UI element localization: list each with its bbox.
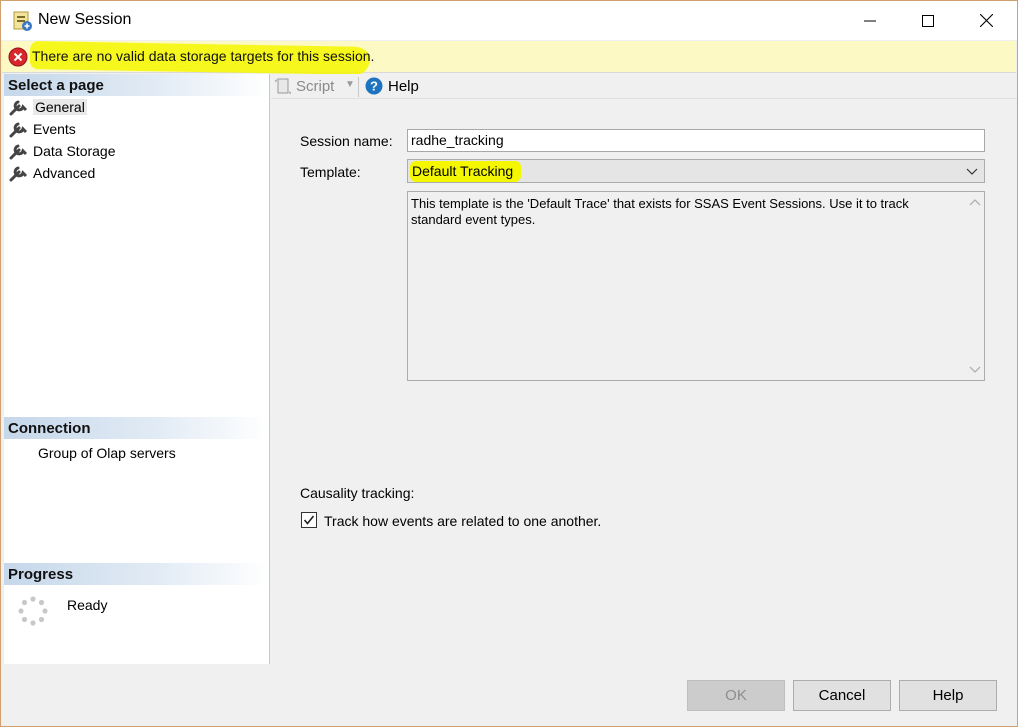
script-icon bbox=[275, 78, 291, 95]
connection-header: Connection bbox=[4, 417, 269, 439]
session-name-label: Session name: bbox=[300, 133, 393, 149]
help-label: Help bbox=[388, 77, 419, 95]
close-icon bbox=[979, 14, 993, 27]
checkmark-icon bbox=[303, 515, 315, 525]
page-item-advanced[interactable]: Advanced bbox=[9, 163, 95, 183]
template-value: Default Tracking bbox=[412, 163, 514, 179]
app-icon bbox=[13, 11, 32, 31]
help-button[interactable]: Help bbox=[899, 680, 997, 711]
script-label: Script bbox=[296, 77, 335, 95]
template-description: This template is the 'Default Trace' tha… bbox=[411, 196, 909, 227]
error-message: There are no valid data storage targets … bbox=[32, 48, 375, 64]
maximize-button[interactable] bbox=[899, 1, 957, 40]
dropdown-arrow-icon[interactable]: ▼ bbox=[345, 79, 355, 90]
causality-checkbox[interactable] bbox=[301, 512, 317, 528]
close-button[interactable] bbox=[957, 1, 1015, 40]
progress-header: Progress bbox=[4, 563, 269, 585]
svg-text:?: ? bbox=[370, 79, 378, 94]
template-description-box[interactable]: This template is the 'Default Trace' tha… bbox=[407, 191, 985, 381]
minimize-button[interactable] bbox=[841, 1, 899, 40]
page-item-data-storage[interactable]: Data Storage bbox=[9, 141, 116, 161]
scroll-down-icon[interactable] bbox=[969, 366, 981, 374]
error-icon bbox=[8, 47, 28, 67]
connection-value: Group of Olap servers bbox=[38, 445, 176, 461]
chevron-down-icon bbox=[966, 168, 978, 175]
minimize-icon bbox=[864, 20, 876, 21]
description-scrollbar[interactable] bbox=[966, 192, 984, 380]
page-item-label: Advanced bbox=[33, 165, 96, 181]
spinner-icon bbox=[18, 596, 48, 626]
help-toolbar-button[interactable]: ? Help bbox=[365, 77, 419, 95]
page-item-label: General bbox=[33, 99, 87, 115]
script-button[interactable]: Script bbox=[275, 77, 334, 95]
session-name-input[interactable]: radhe_tracking bbox=[407, 129, 985, 152]
new-session-dialog: New Session There are no valid data stor… bbox=[0, 0, 1018, 727]
causality-label: Causality tracking: bbox=[300, 485, 415, 501]
toolbar: Script ▼ ? Help bbox=[271, 74, 1017, 99]
window-title: New Session bbox=[38, 11, 132, 28]
left-panel: Select a page General Events Data Storag… bbox=[4, 74, 270, 664]
ok-button[interactable]: OK bbox=[687, 680, 785, 711]
progress-status: Ready bbox=[67, 597, 108, 613]
error-bar: There are no valid data storage targets … bbox=[2, 41, 1016, 75]
title-bar: New Session bbox=[1, 1, 1017, 40]
template-label: Template: bbox=[300, 164, 361, 180]
page-item-events[interactable]: Events bbox=[9, 119, 76, 139]
page-item-label: Data Storage bbox=[33, 143, 116, 159]
wrench-icon bbox=[9, 166, 28, 182]
wrench-icon bbox=[9, 144, 28, 160]
maximize-icon bbox=[922, 14, 934, 27]
causality-checkbox-label[interactable]: Track how events are related to one anot… bbox=[324, 513, 601, 529]
template-select[interactable]: Default Tracking bbox=[407, 159, 985, 183]
wrench-icon bbox=[9, 100, 28, 116]
page-item-general[interactable]: General bbox=[9, 97, 87, 117]
help-icon: ? bbox=[365, 77, 383, 95]
scroll-up-icon[interactable] bbox=[969, 198, 981, 206]
select-page-header: Select a page bbox=[4, 74, 269, 96]
cancel-button[interactable]: Cancel bbox=[793, 680, 891, 711]
toolbar-separator bbox=[358, 77, 359, 97]
page-item-label: Events bbox=[33, 121, 76, 137]
wrench-icon bbox=[9, 122, 28, 138]
